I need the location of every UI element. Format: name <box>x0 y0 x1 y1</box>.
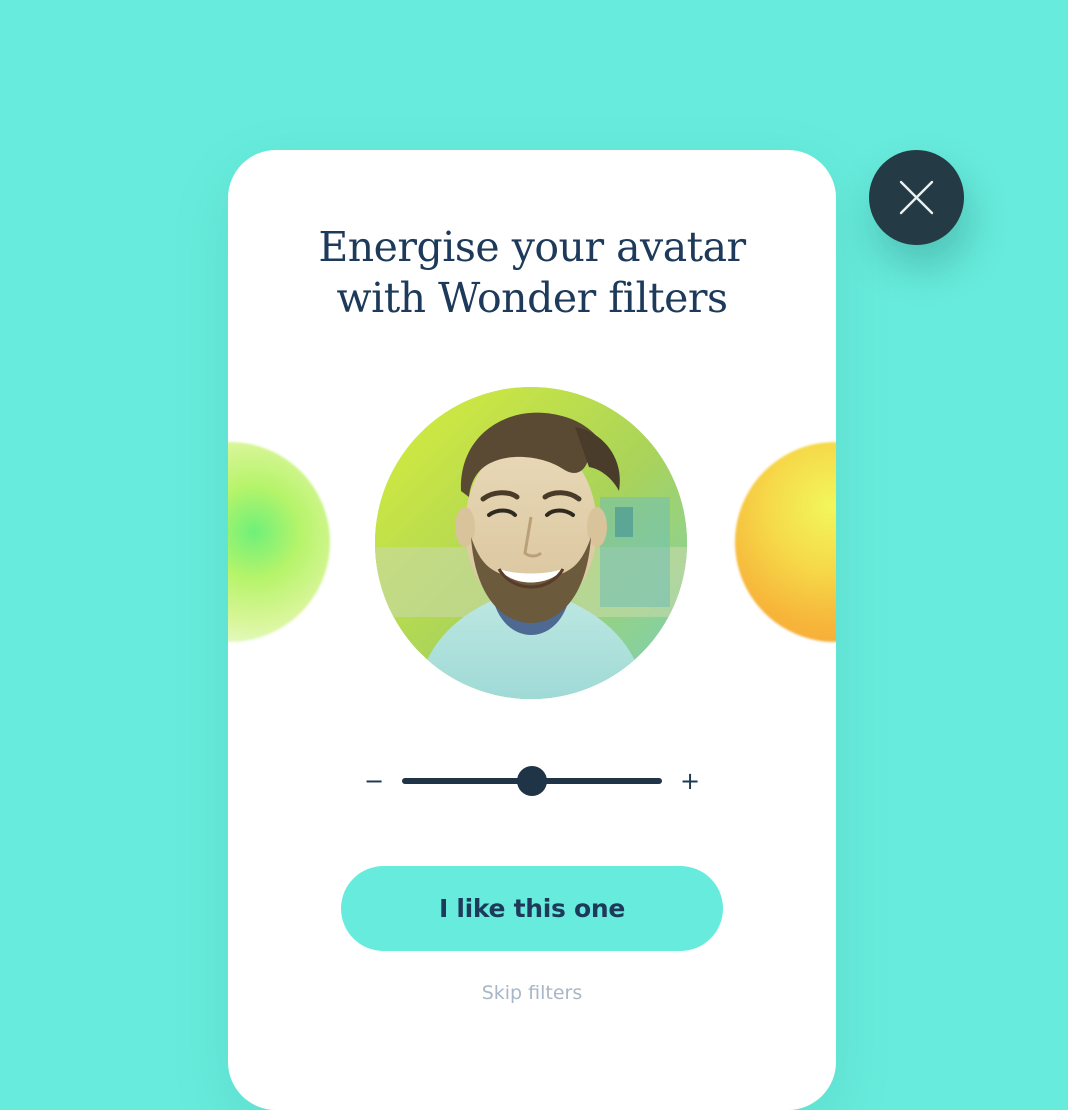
avatar-preview <box>375 387 687 699</box>
avatar-filter-dialog: Energise your avatar with Wonder filters <box>228 150 836 1110</box>
filter-strength-slider[interactable]: − + <box>360 764 706 798</box>
dialog-title-line-2: with Wonder filters <box>336 274 729 322</box>
previous-filter-swatch[interactable] <box>228 442 330 642</box>
close-button[interactable] <box>869 150 964 245</box>
skip-filters-link[interactable]: Skip filters <box>228 982 836 1004</box>
slider-thumb[interactable] <box>517 766 547 796</box>
close-icon <box>899 180 934 215</box>
decrease-icon[interactable]: − <box>364 766 384 796</box>
confirm-filter-button[interactable]: I like this one <box>341 866 723 951</box>
avatar-photo <box>375 387 687 699</box>
dialog-title-line-1: Energise your avatar <box>318 223 746 271</box>
increase-icon[interactable]: + <box>680 766 700 796</box>
dialog-title: Energise your avatar with Wonder filters <box>228 222 836 324</box>
next-filter-swatch[interactable] <box>735 442 836 642</box>
